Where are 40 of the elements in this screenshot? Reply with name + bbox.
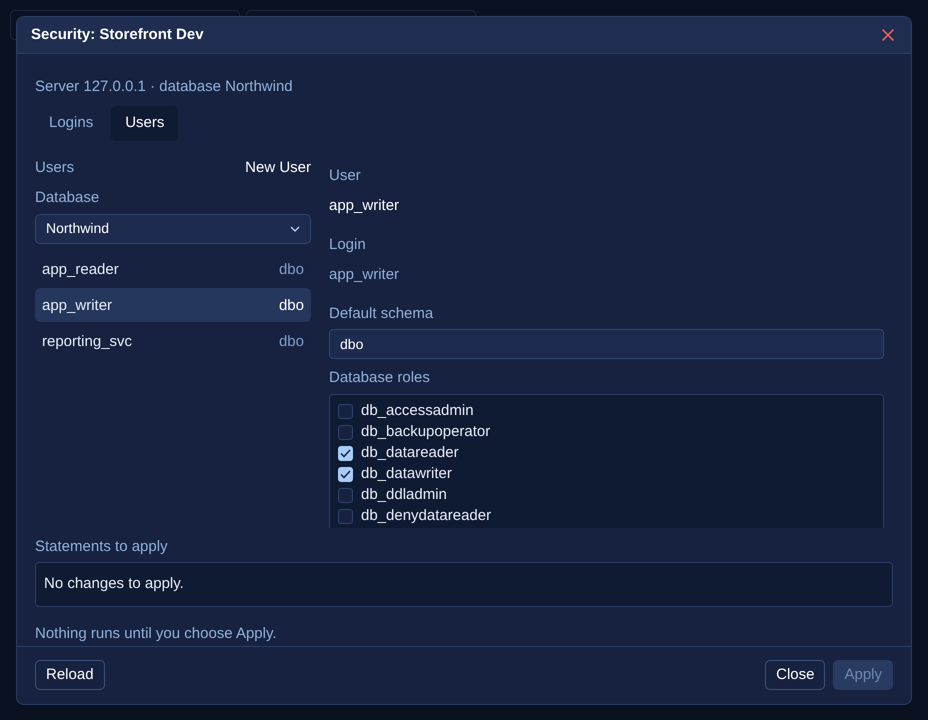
checkbox[interactable] (338, 404, 353, 419)
dialog-title: Security: Storefront Dev (31, 24, 204, 45)
tab[interactable]: Logins (35, 106, 108, 141)
field-label: Database roles (329, 368, 431, 388)
role-name: db_datawriter (361, 464, 452, 484)
role-name: db_backupoperator (361, 422, 490, 442)
role-name: db_ddladmin (361, 485, 447, 506)
database-select[interactable]: Northwind (35, 214, 311, 244)
field-label: Login (329, 234, 367, 255)
user-row[interactable]: reporting_svc dbo (35, 324, 311, 358)
user-schema: dbo (278, 260, 304, 279)
section-heading: Users (35, 158, 74, 178)
user-schema: dbo (278, 296, 304, 315)
reload-button[interactable]: Reload (35, 660, 105, 690)
schema-field[interactable]: dbo (329, 329, 884, 360)
field-label: Default schema (329, 304, 434, 324)
tab[interactable]: Users (111, 106, 178, 141)
user-row[interactable]: app_writer dbo (35, 288, 311, 322)
field-label: User (329, 166, 362, 186)
server-info: Server 127.0.0.1 · database Northwind (35, 76, 294, 97)
field-label: Database (35, 188, 100, 208)
chevron-down-icon (290, 226, 300, 232)
user-schema: dbo (278, 332, 304, 351)
checkbox[interactable] (338, 508, 353, 524)
user-row[interactable]: app_reader dbo (35, 252, 311, 286)
user-name: app_writer (42, 296, 112, 315)
statements-box: No changes to apply. (35, 562, 893, 608)
role-name: db_accessadmin (361, 401, 474, 422)
role-name: db_denydatareader (361, 506, 492, 526)
close-button[interactable]: Close (765, 660, 826, 690)
checkbox[interactable] (338, 488, 353, 503)
new-user-link[interactable]: New User (245, 156, 311, 180)
checkbox[interactable] (338, 424, 353, 440)
login-value: app_writer (329, 265, 400, 286)
role-name: db_datareader (361, 443, 459, 464)
user-value: app_writer (329, 196, 400, 216)
user-name: reporting_svc (42, 332, 132, 351)
field-label: Statements to apply (35, 536, 169, 557)
user-name: app_reader (42, 260, 119, 279)
note-text: Nothing runs until you choose Apply. (35, 624, 278, 644)
